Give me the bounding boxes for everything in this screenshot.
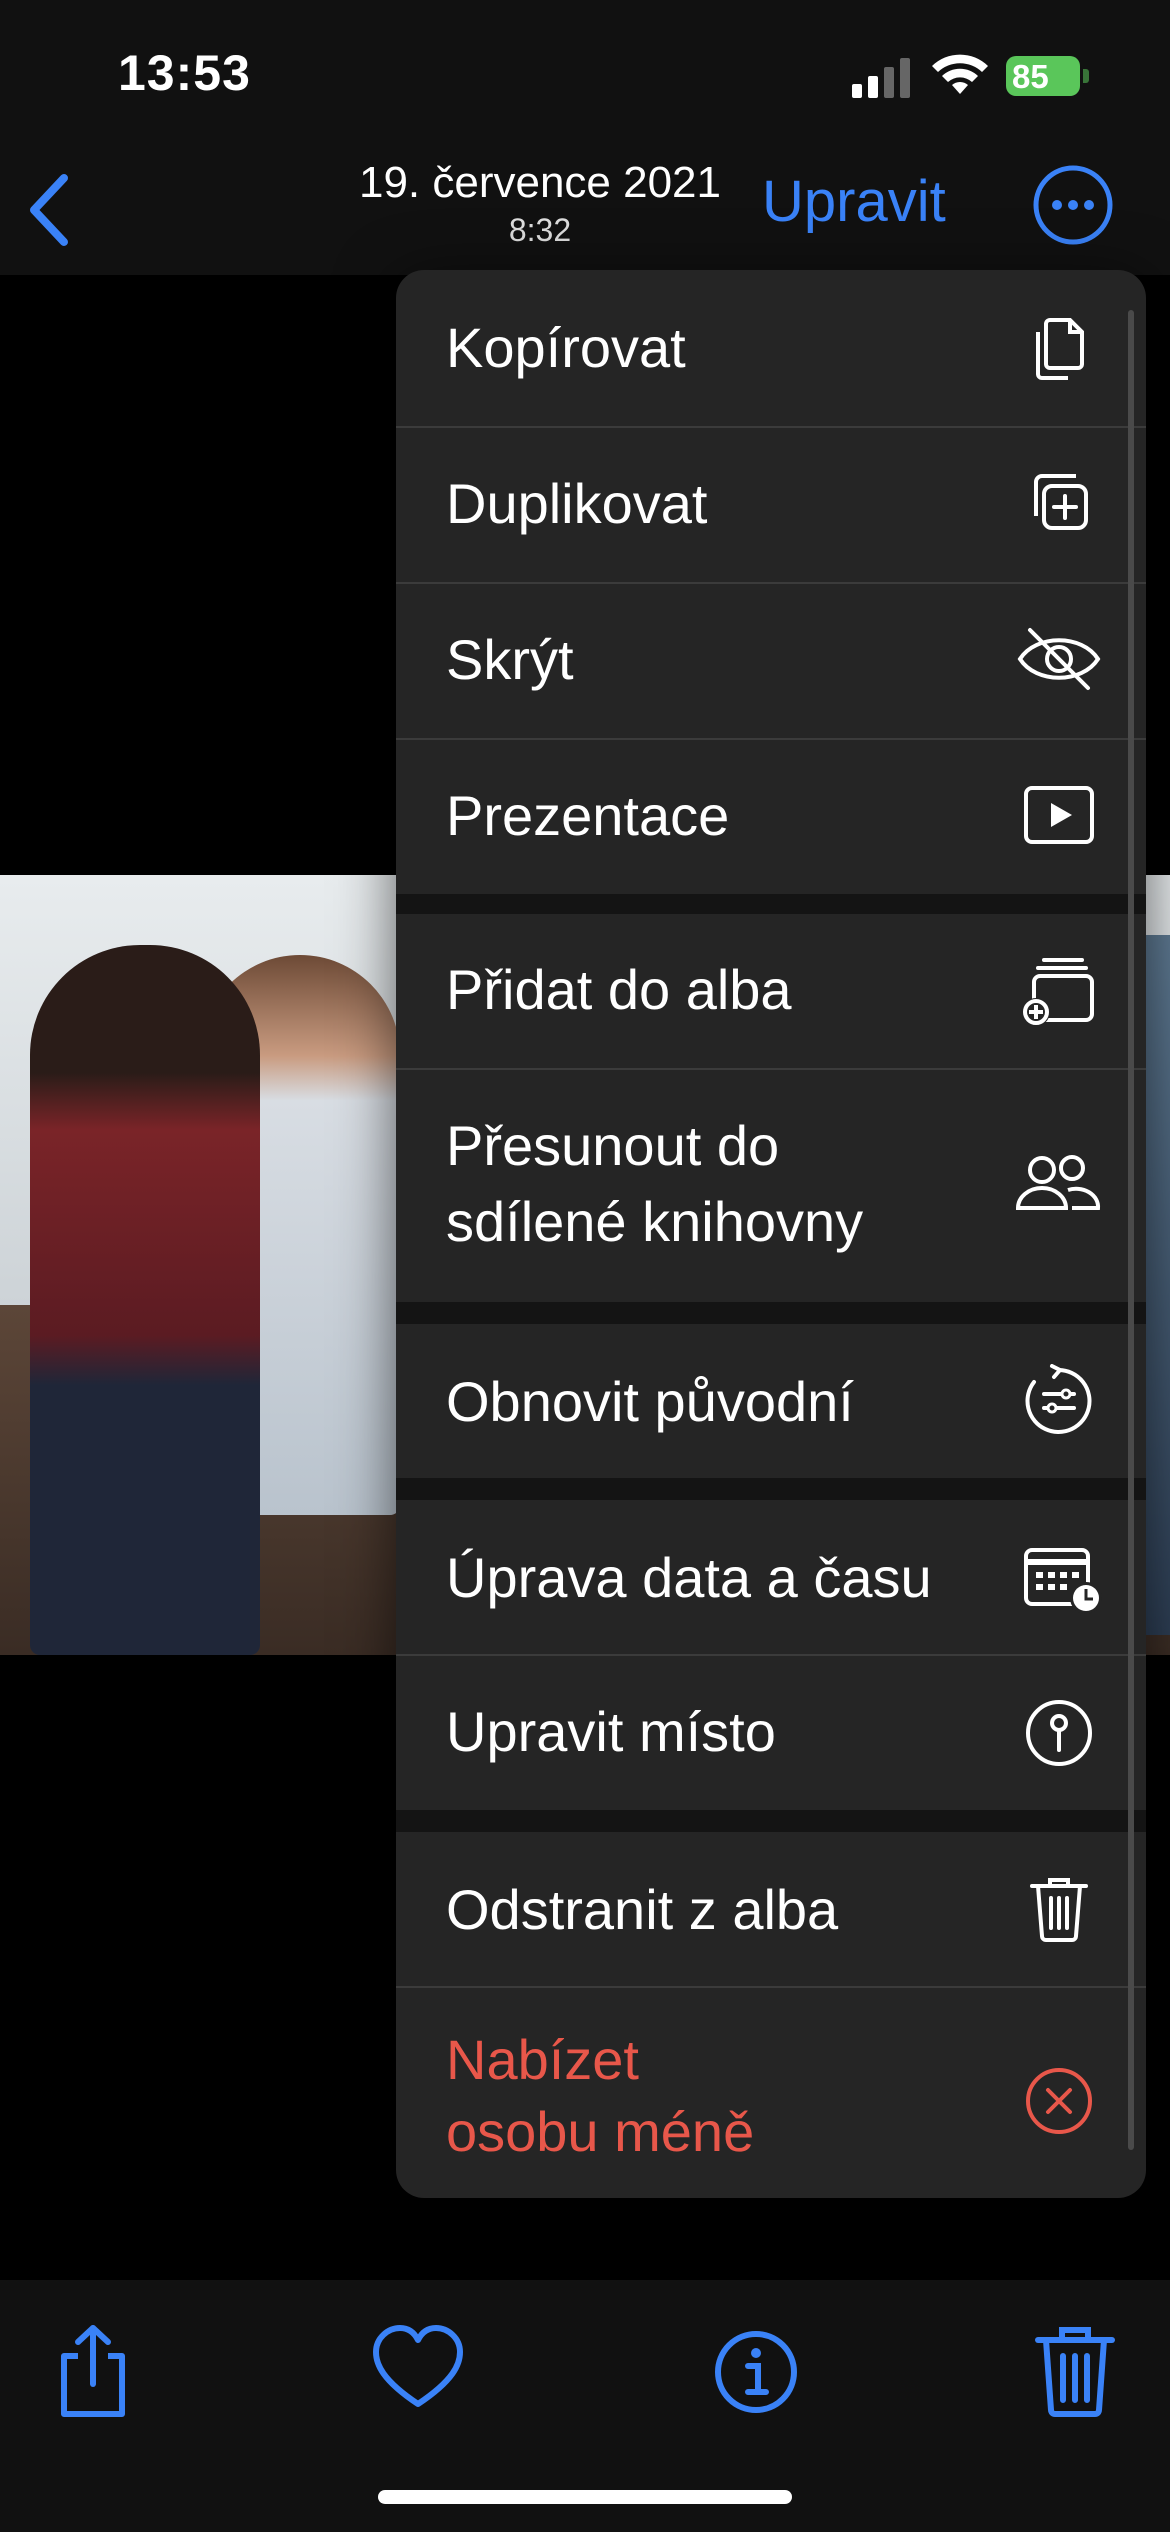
menu-item-label: Upravit místo: [446, 1700, 776, 1763]
x-circle-icon: [1026, 2068, 1092, 2134]
menu-item-feature-person-less[interactable]: Nabízet osobu méně: [396, 1988, 1146, 2198]
duplicate-icon: [1034, 474, 1088, 530]
menu-item-remove-from-album[interactable]: Odstranit z alba: [396, 1832, 1146, 1986]
menu-item-label: sdílené knihovny: [446, 1190, 864, 1253]
menu-item-copy[interactable]: Kopírovat: [396, 270, 1146, 426]
menu-item-label: Nabízet: [446, 2028, 639, 2091]
menu-item-label: Duplikovat: [446, 472, 708, 535]
menu-item-hide[interactable]: Skrýt: [396, 584, 1146, 738]
battery-percent: 85: [1012, 58, 1049, 95]
calendar-clock-icon: [1024, 1548, 1102, 1614]
menu-item-label: osobu méně: [446, 2100, 755, 2163]
battery-icon: 85: [1006, 56, 1092, 98]
play-rectangle-icon: [1024, 786, 1094, 844]
nav-bar: 19. července 2021 8:32 Upravit: [0, 140, 1170, 275]
home-indicator[interactable]: [378, 2490, 792, 2504]
more-options-icon[interactable]: [1032, 164, 1114, 246]
menu-item-label: Skrýt: [446, 628, 574, 691]
context-menu: Kopírovat Duplikovat Skrýt Prezentace Př…: [396, 270, 1146, 2198]
photo-date: 19. července 2021: [358, 158, 722, 207]
menu-item-adjust-date-time[interactable]: Úprava data a času: [396, 1500, 1146, 1654]
trash-icon: [1030, 1878, 1088, 1942]
menu-item-label: Přesunout do: [446, 1114, 780, 1177]
share-icon[interactable]: [48, 2320, 138, 2420]
menu-item-add-to-album[interactable]: Přidat do alba: [396, 914, 1146, 1068]
info-icon[interactable]: [710, 2320, 802, 2420]
menu-item-move-to-shared-library[interactable]: Přesunout do sdílené knihovny: [396, 1070, 1146, 1302]
menu-item-label: Úprava data a času: [446, 1546, 932, 1609]
menu-item-label: Prezentace: [446, 784, 730, 847]
people-icon: [1015, 1155, 1101, 1210]
menu-scrollbar[interactable]: [1128, 310, 1134, 2150]
trash-icon[interactable]: [1030, 2320, 1120, 2420]
menu-item-revert-to-original[interactable]: Obnovit původní: [396, 1324, 1146, 1478]
eye-slash-icon: [1017, 628, 1101, 690]
status-bar: 13:53 85: [0, 0, 1170, 140]
menu-item-label: Kopírovat: [446, 316, 686, 379]
cellular-signal-icon: [852, 58, 910, 98]
menu-item-label: Odstranit z alba: [446, 1878, 839, 1941]
heart-icon[interactable]: [372, 2320, 464, 2420]
wifi-icon: [932, 54, 988, 94]
menu-item-adjust-location[interactable]: Upravit místo: [396, 1656, 1146, 1810]
copy-icon: [1036, 318, 1084, 380]
add-to-album-icon: [1022, 958, 1094, 1026]
menu-item-label: Přidat do alba: [446, 958, 792, 1021]
status-time: 13:53: [118, 45, 251, 101]
edit-button[interactable]: Upravit: [762, 168, 946, 235]
menu-item-slideshow[interactable]: Prezentace: [396, 740, 1146, 894]
menu-item-duplicate[interactable]: Duplikovat: [396, 428, 1146, 582]
photo-time: 8:32: [508, 212, 572, 248]
location-icon: [1026, 1700, 1092, 1766]
menu-item-label: Obnovit původní: [446, 1370, 854, 1433]
revert-icon: [1025, 1364, 1092, 1434]
back-chevron-icon[interactable]: [24, 170, 74, 250]
